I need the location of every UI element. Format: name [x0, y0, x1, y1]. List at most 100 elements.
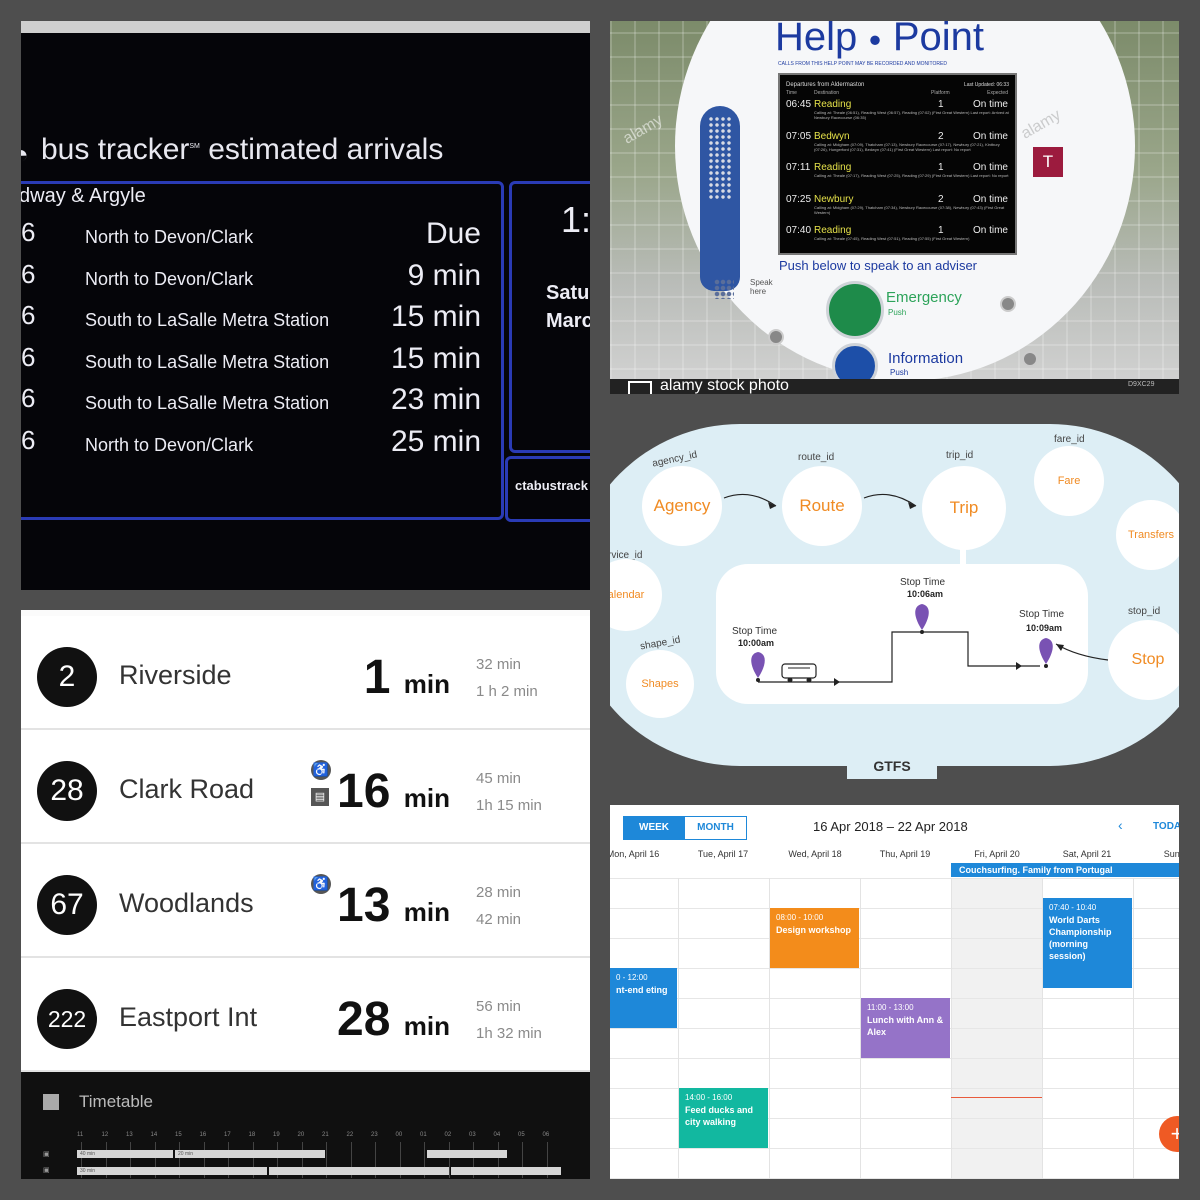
- departure-calling: Calling at: Theale (07:17), Reading West…: [814, 173, 1009, 178]
- timetable-hour: 12: [101, 1132, 109, 1138]
- arrival-row: 6 South to LaSalle Metra Station 23 min: [21, 383, 481, 423]
- destination: North to Devon/Clark: [85, 434, 254, 455]
- eta-unit: min: [403, 897, 450, 927]
- bus-tracker-panel: ◔ bus trackerSM estimated arrivals dway …: [21, 21, 590, 590]
- eta: 25 min: [390, 424, 481, 458]
- timetable-hour: 06: [542, 1132, 550, 1138]
- event-name: World Darts Championship (morning sessio…: [1049, 915, 1112, 961]
- day-line-1: Satu: [546, 282, 590, 304]
- calendar-event[interactable]: 07:40 - 10:40 World Darts Championship (…: [1043, 898, 1132, 988]
- week-view-button[interactable]: WEEK: [623, 816, 685, 840]
- map-pin-icon: [915, 604, 929, 634]
- bus-icon: ▣: [43, 1151, 50, 1158]
- departure-platform: 1: [938, 162, 944, 173]
- route-badge: 28: [37, 761, 97, 821]
- title-heading: estimated arrivals: [208, 133, 444, 166]
- departure-platform: 2: [938, 193, 944, 205]
- route-number: 6: [21, 383, 36, 413]
- event-name: Feed ducks and city walking: [685, 1105, 754, 1127]
- eta-value: 16: [337, 765, 391, 818]
- event-time: 14:00 - 16:00: [685, 1093, 733, 1102]
- timetable-bar: [269, 1167, 449, 1175]
- day-header[interactable]: Fri, April 20: [952, 849, 1042, 859]
- arrival-list-item[interactable]: 2 Riverside 1 min 32 min 1 h 2 min: [21, 616, 590, 730]
- destination: Eastport Int: [119, 1002, 258, 1032]
- bolt-icon: [768, 329, 784, 345]
- arrival-list-item[interactable]: 28 Clark Road ♿ ▤ 16 min 45 min 1h 15 min: [21, 730, 590, 844]
- departure-time: 07:11: [786, 162, 811, 173]
- website-url: ctabustrack: [515, 478, 588, 493]
- route-number: 6: [21, 258, 36, 289]
- day-header[interactable]: Sun, A: [1132, 849, 1179, 859]
- timetable-hour: 03: [469, 1132, 476, 1138]
- recording-notice: CALLS FROM THIS HELP POINT MAY BE RECORD…: [778, 61, 947, 67]
- timetable-hour: 00: [395, 1132, 403, 1138]
- calendar-event[interactable]: 11:00 - 13:00 Lunch with Ann & Alex: [861, 998, 950, 1058]
- eta-value: 28: [337, 993, 391, 1046]
- screen-updated: Last Updated: 06:33: [963, 82, 1009, 88]
- bus-icon: [781, 663, 817, 683]
- destination: South to LaSalle Metra Station: [85, 310, 330, 330]
- route-number: 6: [21, 217, 36, 247]
- next-arrival-2: 42 min: [476, 911, 522, 928]
- departures-screen: Departures from Aldermaston Last Updated…: [778, 73, 1017, 255]
- date-display: Satu Marc: [546, 279, 590, 335]
- event-name: Design workshop: [776, 925, 852, 935]
- eta: 15 min: [390, 300, 481, 333]
- destination: Riverside: [119, 660, 232, 690]
- gtfs-diagram-panel: agency_id route_id trip_id fare_id rvice…: [610, 424, 1179, 779]
- departure-row: 07:40 Reading 1 On time Calling at: Theale (…: [786, 225, 1008, 255]
- date-range: 16 Apr 2018 – 22 Apr 2018: [813, 819, 968, 834]
- destination: North to Devon/Clark: [85, 268, 254, 289]
- departure-time: 07:40: [786, 225, 812, 236]
- eta-value: 13: [337, 879, 391, 932]
- day-header[interactable]: Sat, April 21: [1042, 849, 1132, 859]
- chevron-left-icon[interactable]: ‹: [1118, 817, 1123, 833]
- bolt-icon: [1000, 296, 1016, 312]
- calendar-event[interactable]: 08:00 - 10:00 Design workshop: [770, 908, 859, 968]
- destination: North to Devon/Clark: [85, 227, 254, 247]
- event-time: 0 - 12:00: [616, 973, 648, 982]
- eta: Due: [425, 217, 481, 250]
- arrival-list-item[interactable]: 222 Eastport Int 28 min 56 min 1h 32 min: [21, 958, 590, 1072]
- arrival-row: 6 North to Devon/Clark 9 min: [21, 259, 481, 299]
- arrival-row: 6 North to Devon/Clark Due: [21, 217, 481, 257]
- all-day-event[interactable]: Couchsurfing. Family from Portugal: [951, 863, 1179, 877]
- col-platform: Platform: [931, 90, 950, 96]
- col-destination: Destination: [814, 90, 840, 96]
- speak-here-label: Speak here: [750, 278, 773, 296]
- arrival-list-item[interactable]: 67 Woodlands ♿ 13 min 28 min 42 min: [21, 844, 590, 958]
- timetable-hour: 18: [248, 1132, 256, 1138]
- departure-expected: On time: [972, 162, 1008, 173]
- emergency-button[interactable]: [826, 281, 884, 339]
- departure-destination: Reading: [814, 99, 852, 110]
- calendar-event[interactable]: 14:00 - 16:00 Feed ducks and city walkin…: [679, 1088, 768, 1148]
- today-button[interactable]: TODA: [1153, 821, 1179, 832]
- day-header[interactable]: Wed, April 18: [770, 849, 860, 859]
- day-header[interactable]: Mon, April 16: [610, 849, 678, 859]
- eta-value: 1: [363, 651, 391, 704]
- help-point-title: Help ● Point: [775, 21, 984, 60]
- departure-time: 07:05: [786, 130, 812, 142]
- timetable-hour: 05: [518, 1132, 525, 1138]
- brand-name: bus tracker: [41, 133, 190, 166]
- destination: Clark Road: [119, 774, 255, 804]
- timetable-bar: [451, 1167, 561, 1175]
- bus-icon: ▣: [43, 1167, 50, 1174]
- destination: South to LaSalle Metra Station: [85, 393, 330, 413]
- eta-unit: min: [403, 669, 450, 699]
- timetable-hour: 15: [175, 1132, 182, 1138]
- departure-expected: On time: [972, 225, 1008, 236]
- departure-calling: Calling at: Midgham (07:09), Thatcham (0…: [814, 141, 1000, 152]
- month-view-button[interactable]: MONTH: [684, 816, 747, 840]
- calendar-event[interactable]: 0 - 12:00 nt-end eting: [610, 968, 677, 1028]
- departure-calling: Calling at: Theale (06:51), Reading West…: [814, 110, 1009, 120]
- day-column-divider: [951, 878, 952, 1179]
- departure-destination: Reading: [814, 162, 852, 173]
- departure-platform: 1: [938, 99, 944, 110]
- stop-time-value-2: 10:06am: [907, 589, 944, 599]
- photo-border: [21, 21, 590, 33]
- day-header[interactable]: Tue, April 17: [678, 849, 768, 859]
- route-badge: 2: [37, 647, 97, 707]
- day-header[interactable]: Thu, April 19: [860, 849, 950, 859]
